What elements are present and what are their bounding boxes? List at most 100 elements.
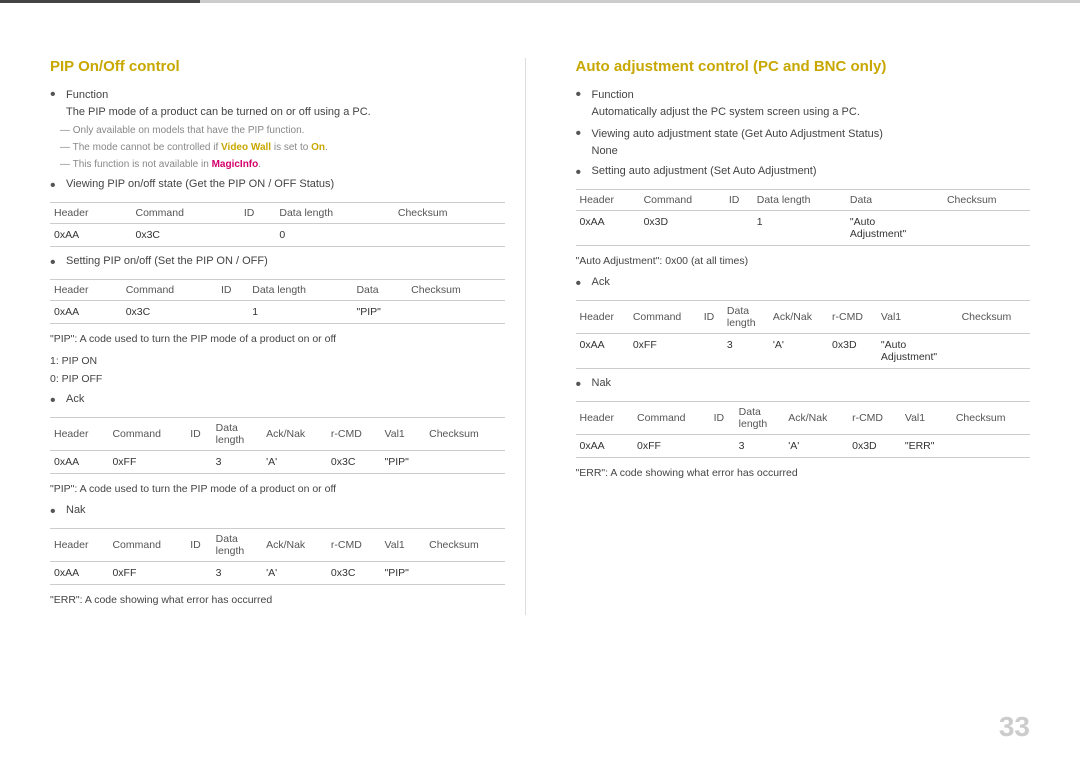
td-command: 0xFF bbox=[108, 451, 186, 474]
td-id bbox=[240, 224, 276, 247]
th-id: ID bbox=[217, 280, 248, 301]
td-data: "PIP" bbox=[352, 301, 407, 324]
th-datalength: Data length bbox=[753, 190, 846, 211]
th-header: Header bbox=[50, 280, 122, 301]
td-header: 0xAA bbox=[50, 301, 122, 324]
ack-bullet-right: • Ack bbox=[576, 276, 1031, 292]
th-id: ID bbox=[700, 300, 723, 333]
td-val1: "PIP" bbox=[381, 562, 426, 585]
function-label-right: Function bbox=[592, 87, 860, 104]
th-val1: Val1 bbox=[877, 300, 958, 333]
th-datalength: Datalength bbox=[723, 300, 769, 333]
right-nak-table-section: Header Command ID Datalength Ack/Nak r-C… bbox=[576, 401, 1031, 458]
bullet-dot: • bbox=[50, 87, 62, 103]
th-data: Data bbox=[846, 190, 943, 211]
function-label: Function bbox=[66, 87, 371, 104]
td-rcmd: 0x3C bbox=[327, 562, 381, 585]
th-id: ID bbox=[186, 529, 211, 562]
td-datalength: 3 bbox=[723, 333, 769, 368]
th-acknak: Ack/Nak bbox=[262, 529, 327, 562]
th-acknak: Ack/Nak bbox=[769, 300, 828, 333]
right-ack-table: Header Command ID Datalength Ack/Nak r-C… bbox=[576, 300, 1031, 369]
auto-adj-note: "Auto Adjustment": 0x00 (at all times) bbox=[576, 254, 1031, 270]
th-acknak: Ack/Nak bbox=[262, 418, 327, 451]
th-command: Command bbox=[108, 529, 186, 562]
td-val1: "AutoAdjustment" bbox=[877, 333, 958, 368]
td-acknak: 'A' bbox=[769, 333, 828, 368]
th-header: Header bbox=[576, 190, 640, 211]
td-header: 0xAA bbox=[576, 211, 640, 246]
th-checksum: Checksum bbox=[958, 300, 1030, 333]
td-val1: "PIP" bbox=[381, 451, 426, 474]
bullet-dot-r2: • bbox=[576, 126, 588, 142]
th-header: Header bbox=[576, 300, 629, 333]
viewing-label-right: Viewing auto adjustment state (Get Auto … bbox=[592, 126, 883, 143]
td-id bbox=[725, 211, 753, 246]
table2-section: Header Command ID Data length Data Check… bbox=[50, 279, 505, 324]
th-header: Header bbox=[50, 418, 108, 451]
th-data: Data bbox=[352, 280, 407, 301]
ack-label: Ack bbox=[66, 393, 84, 405]
td-rcmd: 0x3C bbox=[327, 451, 381, 474]
table-row: 0xAA 0xFF 3 'A' 0x3D "AutoAdjustment" bbox=[576, 333, 1031, 368]
setting-table: Header Command ID Data length Data Check… bbox=[50, 279, 505, 324]
th-id: ID bbox=[186, 418, 211, 451]
th-rcmd: r-CMD bbox=[327, 418, 381, 451]
table-row: 0xAA 0x3C 0 bbox=[50, 224, 505, 247]
th-checksum: Checksum bbox=[425, 418, 504, 451]
td-rcmd: 0x3D bbox=[828, 333, 877, 368]
th-datalength: Datalength bbox=[735, 401, 785, 434]
td-command: 0x3C bbox=[122, 301, 217, 324]
nak-table: Header Command ID Datalength Ack/Nak r-C… bbox=[50, 528, 505, 585]
viewing-value-right: None bbox=[592, 143, 883, 160]
th-id: ID bbox=[240, 203, 276, 224]
pip-on: 1: PIP ON bbox=[50, 354, 505, 370]
th-checksum: Checksum bbox=[394, 203, 505, 224]
th-command: Command bbox=[640, 190, 725, 211]
top-accent bbox=[0, 0, 200, 3]
th-checksum: Checksum bbox=[407, 280, 504, 301]
table-row: 0xAA 0x3C 1 "PIP" bbox=[50, 301, 505, 324]
page: PIP On/Off control • Function The PIP mo… bbox=[0, 0, 1080, 763]
bullet-dot-4: • bbox=[50, 393, 62, 409]
bullet-dot-r1: • bbox=[576, 87, 588, 103]
function-bullet: • Function The PIP mode of a product can… bbox=[50, 87, 505, 120]
th-header: Header bbox=[50, 203, 132, 224]
nak-label: Nak bbox=[66, 504, 86, 516]
th-id: ID bbox=[725, 190, 753, 211]
td-acknak: 'A' bbox=[784, 434, 848, 457]
bullet-dot-r5: • bbox=[576, 377, 588, 393]
setting-bullet-right: • Setting auto adjustment (Set Auto Adju… bbox=[576, 165, 1031, 181]
right-nak-table: Header Command ID Datalength Ack/Nak r-C… bbox=[576, 401, 1031, 458]
left-column: PIP On/Off control • Function The PIP mo… bbox=[50, 58, 526, 615]
th-datalength: Datalength bbox=[212, 418, 262, 451]
bullet-dot-5: • bbox=[50, 504, 62, 520]
table-row: 0xAA 0xFF 3 'A' 0x3D "ERR" bbox=[576, 434, 1031, 457]
td-rcmd: 0x3D bbox=[848, 434, 901, 457]
td-checksum bbox=[407, 301, 504, 324]
th-command: Command bbox=[629, 300, 700, 333]
viewing-table: Header Command ID Data length Checksum 0… bbox=[50, 202, 505, 247]
th-checksum: Checksum bbox=[425, 529, 504, 562]
viewing-bullet: • Viewing PIP on/off state (Get the PIP … bbox=[50, 178, 505, 194]
td-checksum bbox=[425, 451, 504, 474]
th-val1: Val1 bbox=[901, 401, 952, 434]
ack-bullet: • Ack bbox=[50, 393, 505, 409]
note-1: Only available on models that have the P… bbox=[60, 124, 505, 138]
th-checksum: Checksum bbox=[952, 401, 1030, 434]
td-checksum bbox=[952, 434, 1030, 457]
setting-bullet: • Setting PIP on/off (Set the PIP ON / O… bbox=[50, 255, 505, 271]
td-id bbox=[186, 562, 211, 585]
pip-desc1: "PIP": A code used to turn the PIP mode … bbox=[50, 332, 505, 348]
err-desc-right: "ERR": A code showing what error has occ… bbox=[576, 466, 1031, 482]
th-command: Command bbox=[122, 280, 217, 301]
err-desc-left: "ERR": A code showing what error has occ… bbox=[50, 593, 505, 609]
nak-bullet: • Nak bbox=[50, 504, 505, 520]
pip-off: 0: PIP OFF bbox=[50, 372, 505, 388]
right-section-title: Auto adjustment control (PC and BNC only… bbox=[576, 58, 1031, 75]
right-table1-section: Header Command ID Data length Data Check… bbox=[576, 189, 1031, 246]
left-section-title: PIP On/Off control bbox=[50, 58, 505, 75]
td-header: 0xAA bbox=[50, 451, 108, 474]
td-datalength: 1 bbox=[753, 211, 846, 246]
td-data: "AutoAdjustment" bbox=[846, 211, 943, 246]
